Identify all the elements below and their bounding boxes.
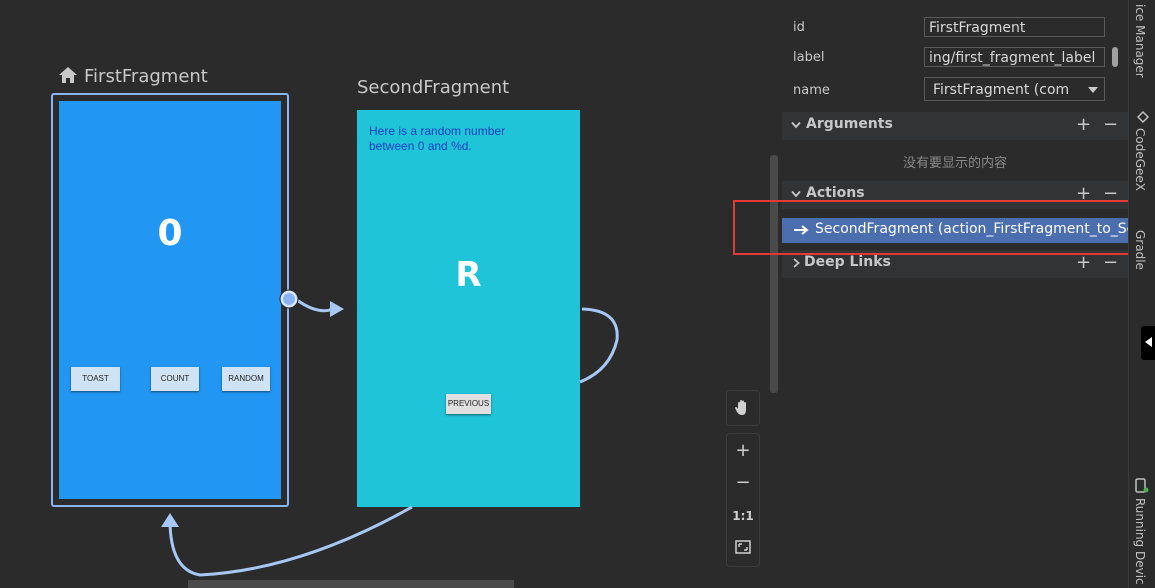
gradle-tab[interactable]: Gradle xyxy=(1133,230,1147,270)
arguments-title: Arguments xyxy=(806,116,893,132)
name-dropdown[interactable]: FirstFragment (com xyxy=(924,77,1105,101)
actual-size-button[interactable]: 1:1 xyxy=(727,501,759,531)
zoom-in-button[interactable]: + xyxy=(727,436,759,466)
attributes-scrollbar[interactable] xyxy=(1112,47,1118,67)
remove-deep-link-button[interactable]: − xyxy=(1103,252,1118,273)
add-deep-link-button[interactable]: + xyxy=(1076,252,1091,273)
add-argument-button[interactable]: + xyxy=(1076,114,1091,135)
attributes-panel: id FirstFragment label ing/first_fragmen… xyxy=(782,0,1128,588)
label-field[interactable]: ing/first_fragment_label xyxy=(924,47,1105,67)
name-row: name FirstFragment (com xyxy=(782,76,1128,106)
chevron-down-icon xyxy=(791,121,801,129)
canvas-horizontal-scrollbar[interactable] xyxy=(188,580,514,588)
zoom-tool-group: + − 1:1 xyxy=(726,433,760,567)
name-dropdown-value: FirstFragment (com xyxy=(933,82,1070,98)
chevron-down-icon xyxy=(791,190,801,198)
label-row: label ing/first_fragment_label xyxy=(782,44,1128,74)
actions-title: Actions xyxy=(806,185,865,201)
fit-screen-icon[interactable] xyxy=(735,540,751,554)
device-manager-tab[interactable]: ice Manager xyxy=(1133,4,1147,78)
label-label: label xyxy=(793,50,825,65)
running-devices-icon xyxy=(1135,478,1149,493)
id-row: id FirstFragment xyxy=(782,14,1128,44)
right-tool-strip: ice Manager CodeGeeX Gradle Running Devi… xyxy=(1128,0,1155,588)
hand-icon[interactable] xyxy=(734,399,752,417)
arguments-section-header[interactable]: Arguments + − xyxy=(782,112,1128,140)
codegeex-tab[interactable]: CodeGeeX xyxy=(1133,128,1147,191)
arrow-left-icon xyxy=(1145,337,1152,347)
pan-tool-group xyxy=(726,390,760,426)
id-label: id xyxy=(793,20,805,35)
id-field[interactable]: FirstFragment xyxy=(924,17,1105,37)
action-arrows xyxy=(161,289,619,577)
codegeex-icon xyxy=(1136,110,1150,124)
chevron-down-icon xyxy=(1088,87,1098,93)
running-devices-tab[interactable]: Running Devic xyxy=(1133,498,1147,585)
collapse-panel-button[interactable] xyxy=(1141,326,1155,360)
arguments-empty-text: 没有要显示的内容 xyxy=(902,156,1007,171)
nav-graph-canvas[interactable]: FirstFragment SecondFragment 0 TOAST COU… xyxy=(0,0,782,588)
deep-links-title: Deep Links xyxy=(804,254,891,270)
name-label: name xyxy=(793,83,830,98)
zoom-out-button[interactable]: − xyxy=(727,468,759,498)
canvas-vertical-scrollbar[interactable] xyxy=(770,155,778,393)
highlight-box xyxy=(733,200,1155,255)
chevron-right-icon xyxy=(793,258,800,268)
remove-argument-button[interactable]: − xyxy=(1103,114,1118,135)
